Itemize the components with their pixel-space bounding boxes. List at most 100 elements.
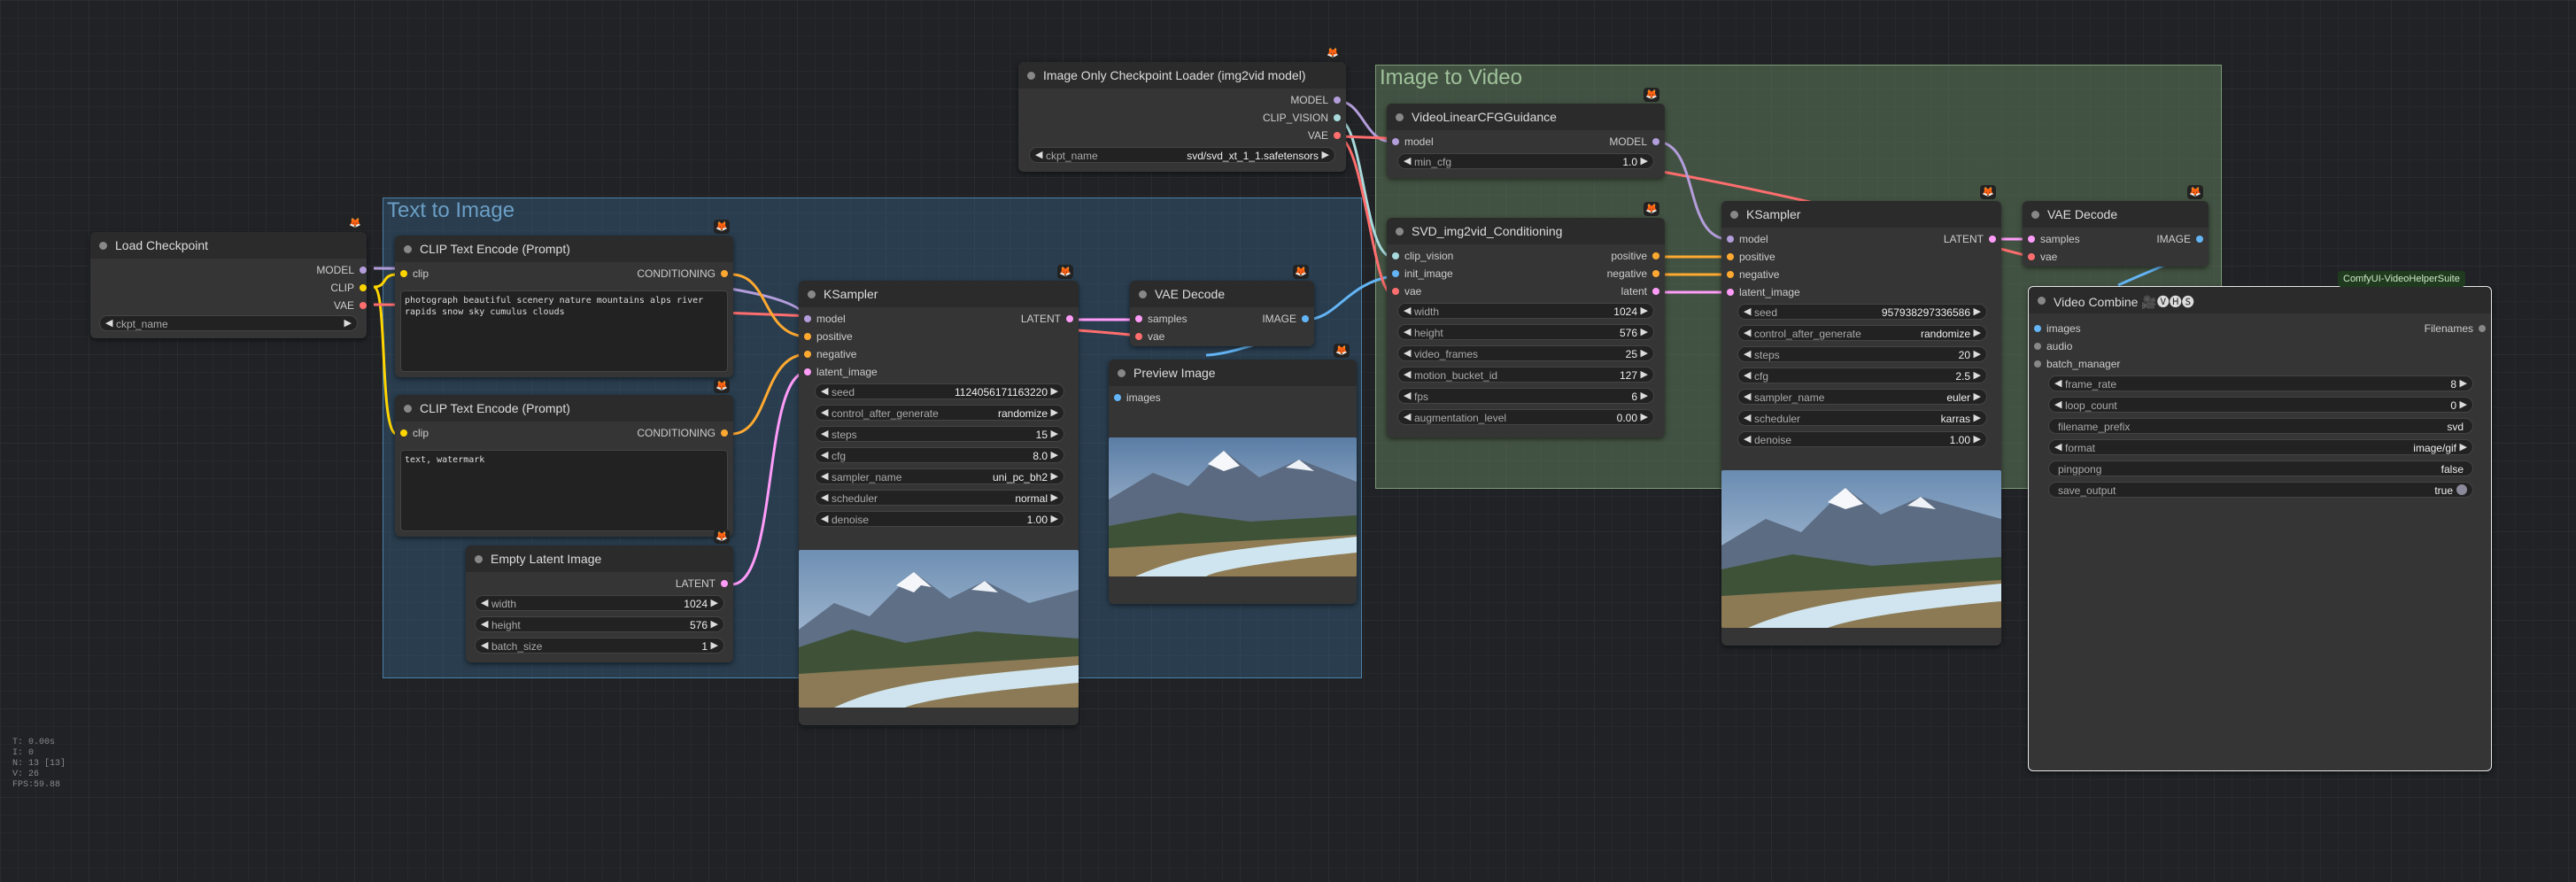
slot-dot[interactable] <box>1334 97 1341 104</box>
collapse-dot[interactable] <box>808 290 816 298</box>
slot-dot[interactable] <box>1652 138 1659 145</box>
slot-dot[interactable] <box>1135 333 1142 340</box>
input-negative[interactable]: negative <box>1727 268 1779 281</box>
node-vae-decode-1[interactable]: VAE Decode samples vae IMAGE <box>1130 281 1314 346</box>
node-vae-decode-2[interactable]: VAE Decode samples vae IMAGE <box>2023 201 2209 267</box>
slot-dot[interactable] <box>804 351 811 358</box>
slot-dot[interactable] <box>804 315 811 322</box>
slot-dot[interactable] <box>804 333 811 340</box>
input-positive[interactable]: positive <box>804 330 853 343</box>
arrow-right-icon[interactable]: ▶ <box>1051 406 1058 418</box>
scheduler-widget[interactable]: ◀ scheduler normal ▶ <box>815 490 1064 506</box>
slot-dot[interactable] <box>1652 252 1659 259</box>
input-negative[interactable]: negative <box>804 348 856 360</box>
collapse-dot[interactable] <box>1118 369 1126 377</box>
height-widget[interactable]: ◀ height 576 ▶ <box>1397 324 1654 340</box>
input-positive[interactable]: positive <box>1727 251 1775 263</box>
slot-dot[interactable] <box>2034 360 2041 368</box>
sampler-name-widget[interactable]: ◀ sampler_name euler ▶ <box>1737 389 1987 405</box>
prompt-textarea[interactable]: photograph beautiful scenery nature moun… <box>400 290 728 372</box>
arrow-right-icon[interactable]: ▶ <box>711 639 718 651</box>
slot-dot[interactable] <box>1334 132 1341 139</box>
slot-dot[interactable] <box>721 270 728 277</box>
collapse-dot[interactable] <box>1139 290 1147 298</box>
slot-dot[interactable] <box>360 284 367 291</box>
collapse-dot[interactable] <box>404 245 412 253</box>
denoise-widget[interactable]: ◀ denoise 1.00 ▶ <box>1737 431 1987 447</box>
slot-dot[interactable] <box>804 368 811 375</box>
control-after-generate-widget[interactable]: ◀ control_after_generate randomize ▶ <box>1737 325 1987 341</box>
input-samples[interactable]: samples <box>1135 313 1187 325</box>
output-vae[interactable]: VAE <box>1308 129 1341 142</box>
slot-dot[interactable] <box>360 267 367 274</box>
save-output-widget[interactable]: save_output true <box>2048 482 2473 498</box>
slot-dot[interactable] <box>2028 236 2035 243</box>
arrow-right-icon[interactable]: ▶ <box>1051 513 1058 524</box>
output-negative[interactable]: negative <box>1607 267 1659 280</box>
arrow-right-icon[interactable]: ▶ <box>1974 348 1981 360</box>
min-cfg-widget[interactable]: ◀ min_cfg 1.0 ▶ <box>1397 153 1654 169</box>
slot-dot[interactable] <box>2034 343 2041 350</box>
denoise-widget[interactable]: ◀ denoise 1.00 ▶ <box>815 511 1064 527</box>
arrow-right-icon[interactable]: ▶ <box>2460 441 2467 453</box>
arrow-right-icon[interactable]: ▶ <box>1051 449 1058 460</box>
arrow-right-icon[interactable]: ▶ <box>1051 428 1058 439</box>
input-audio[interactable]: audio <box>2034 340 2072 352</box>
slot-dot[interactable] <box>721 429 728 437</box>
control-after-generate-widget[interactable]: ◀ control_after_generate randomize ▶ <box>815 405 1064 421</box>
arrow-right-icon[interactable]: ▶ <box>1051 491 1058 503</box>
input-clip[interactable]: clip <box>400 267 429 280</box>
arrow-right-icon[interactable]: ▶ <box>1641 368 1648 380</box>
arrow-right-icon[interactable]: ▶ <box>1974 306 1981 317</box>
ckpt-name-widget[interactable]: ◀ ckpt_name svd/svd_xt_1_1.safetensors ▶ <box>1029 147 1335 163</box>
input-model[interactable]: model <box>1727 233 1768 245</box>
node-empty-latent-image[interactable]: Empty Latent Image LATENT ◀ width 1024 ▶ ◀ h… <box>466 545 733 662</box>
arrow-right-icon[interactable]: ▶ <box>1051 470 1058 482</box>
arrow-right-icon[interactable]: ▶ <box>1974 369 1981 381</box>
input-samples[interactable]: samples <box>2028 233 2080 245</box>
arrow-right-icon[interactable]: ▶ <box>1641 390 1648 401</box>
arrow-right-icon[interactable]: ▶ <box>2460 377 2467 389</box>
output-latent[interactable]: latent <box>1621 285 1659 298</box>
slot-dot[interactable] <box>400 429 407 437</box>
node-video-combine[interactable]: Video Combine 🎥🅥🅗🅢 images audio batch_ma… <box>2028 286 2492 771</box>
arrow-right-icon[interactable]: ▶ <box>344 317 352 329</box>
input-clip[interactable]: clip <box>400 427 429 439</box>
slot-dot[interactable] <box>1727 271 1734 278</box>
node-preview-image[interactable]: Preview Image images <box>1109 360 1357 604</box>
output-clip[interactable]: CLIP <box>330 282 367 294</box>
output-vae[interactable]: VAE <box>334 299 367 312</box>
slot-dot[interactable] <box>360 302 367 309</box>
slot-dot[interactable] <box>1392 270 1399 277</box>
node-ksampler-2[interactable]: KSampler model positive negative latent_… <box>1721 201 2001 646</box>
arrow-right-icon[interactable]: ▶ <box>1974 412 1981 423</box>
node-image-only-checkpoint-loader[interactable]: Image Only Checkpoint Loader (img2vid mo… <box>1018 62 1346 172</box>
slot-dot[interactable] <box>1727 289 1734 296</box>
slot-dot[interactable] <box>1652 270 1659 277</box>
slot-dot[interactable] <box>2479 325 2486 332</box>
prompt-textarea[interactable]: text, watermark <box>400 450 728 531</box>
collapse-dot[interactable] <box>99 242 107 250</box>
motion-bucket-id-widget[interactable]: ◀ motion_bucket_id 127 ▶ <box>1397 367 1654 383</box>
arrow-right-icon[interactable]: ▶ <box>1641 411 1648 422</box>
node-svd-img2vid-conditioning[interactable]: SVD_img2vid_Conditioning clip_vision ini… <box>1387 218 1665 437</box>
slot-dot[interactable] <box>400 270 407 277</box>
node-video-linear-cfg-guidance[interactable]: VideoLinearCFGGuidance model MODEL ◀ min_… <box>1387 104 1665 178</box>
arrow-right-icon[interactable]: ▶ <box>1974 391 1981 402</box>
collapse-dot[interactable] <box>1027 72 1035 80</box>
arrow-right-icon[interactable]: ▶ <box>1974 433 1981 445</box>
video-frames-widget[interactable]: ◀ video_frames 25 ▶ <box>1397 345 1654 361</box>
slot-dot[interactable] <box>1392 252 1399 259</box>
input-vae[interactable]: vae <box>1392 285 1421 298</box>
slot-dot[interactable] <box>721 580 728 587</box>
slot-dot[interactable] <box>1334 114 1341 121</box>
input-latent-image[interactable]: latent_image <box>1727 286 1800 298</box>
frame-rate-widget[interactable]: ◀ frame_rate 8 ▶ <box>2048 375 2473 391</box>
node-clip-text-encode-positive[interactable]: CLIP Text Encode (Prompt) clip CONDITION… <box>395 236 733 377</box>
cfg-widget[interactable]: ◀ cfg 8.0 ▶ <box>815 447 1064 463</box>
output-positive[interactable]: positive <box>1611 250 1659 262</box>
batch-size-widget[interactable]: ◀ batch_size 1 ▶ <box>475 638 724 654</box>
arrow-right-icon[interactable]: ▶ <box>1051 385 1058 397</box>
collapse-dot[interactable] <box>404 405 412 413</box>
output-conditioning[interactable]: CONDITIONING <box>637 427 728 439</box>
